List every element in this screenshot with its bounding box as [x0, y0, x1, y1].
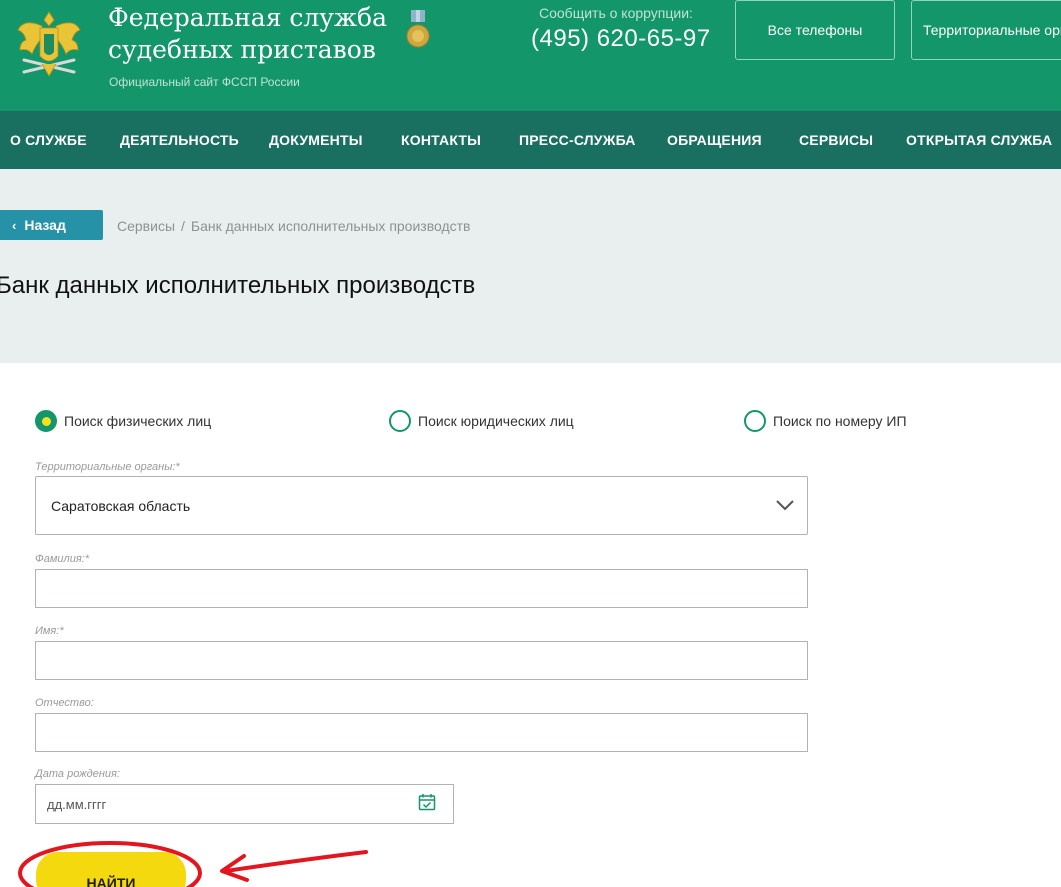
radio-circle — [389, 410, 411, 432]
firstname-label: Имя:* — [35, 625, 64, 637]
firstname-field[interactable] — [35, 641, 808, 680]
coat-of-arms-emblem[interactable] — [14, 6, 84, 86]
find-button[interactable]: НАЙТИ — [36, 852, 186, 887]
lastname-field[interactable] — [35, 569, 808, 608]
site-subtitle: Официальный сайт ФССП России — [109, 75, 300, 89]
breadcrumb-separator: / — [181, 218, 185, 234]
back-button-label: Назад — [24, 217, 66, 233]
patronymic-field[interactable] — [35, 713, 808, 752]
radio-legal-entities[interactable]: Поиск юридических лиц — [389, 410, 574, 432]
nav-item-documents[interactable]: ДОКУМЕНТЫ — [269, 111, 363, 169]
patronymic-label: Отчество: — [35, 697, 94, 709]
all-phones-button[interactable]: Все телефоны — [735, 0, 895, 60]
page-title-band — [0, 169, 1061, 363]
chevron-down-icon — [776, 500, 794, 511]
breadcrumb-item-services[interactable]: Сервисы — [117, 218, 175, 234]
radio-label-ip-number: Поиск по номеру ИП — [773, 413, 907, 429]
radio-ip-number[interactable]: Поиск по номеру ИП — [744, 410, 907, 432]
lastname-label: Фамилия:* — [35, 553, 90, 565]
territorial-bodies-button[interactable]: Территориальные органы — [911, 0, 1061, 60]
birthdate-label: Дата рождения: — [35, 768, 120, 780]
nav-item-activity[interactable]: ДЕЯТЕЛЬНОСТЬ — [120, 111, 239, 169]
radio-label-legal-entities: Поиск юридических лиц — [418, 413, 574, 429]
birthdate-field[interactable] — [35, 784, 454, 824]
nav-item-open-service[interactable]: ОТКРЫТАЯ СЛУЖБА — [906, 111, 1052, 169]
site-header: Федеральная служба судебных приставов Оф… — [0, 0, 1061, 111]
nav-item-contacts[interactable]: КОНТАКТЫ — [401, 111, 481, 169]
nav-item-about[interactable]: О СЛУЖБЕ — [10, 111, 87, 169]
calendar-icon[interactable] — [418, 793, 436, 811]
site-title[interactable]: Федеральная служба судебных приставов — [108, 2, 408, 66]
breadcrumb: Сервисы / Банк данных исполнительных произ… — [117, 218, 471, 234]
back-button[interactable]: ‹ Назад — [0, 210, 103, 240]
nav-item-appeals[interactable]: ОБРАЩЕНИЯ — [667, 111, 762, 169]
region-label: Территориальные органы:* — [35, 461, 180, 473]
page-title: Банк данных исполнительных производств — [0, 272, 476, 299]
medal-icon — [406, 10, 430, 48]
region-select-value: Саратовская область — [51, 497, 191, 514]
find-button-label: НАЙТИ — [86, 875, 136, 887]
nav-item-press[interactable]: ПРЕСС-СЛУЖБА — [519, 111, 636, 169]
radio-circle — [744, 410, 766, 432]
nav-item-services[interactable]: СЕРВИСЫ — [799, 111, 873, 169]
corruption-phone[interactable]: (495) 620-65-97 — [531, 25, 711, 53]
radio-label-individuals: Поиск физических лиц — [64, 413, 212, 429]
chevron-left-icon: ‹ — [12, 217, 17, 233]
region-select[interactable]: Саратовская область — [35, 476, 808, 535]
breadcrumb-item-current: Банк данных исполнительных производств — [190, 218, 471, 234]
radio-circle-checked — [35, 410, 57, 432]
main-nav: О СЛУЖБЕ ДЕЯТЕЛЬНОСТЬ ДОКУМЕНТЫ КОНТАКТЫ… — [0, 111, 1061, 169]
radio-individuals[interactable]: Поиск физических лиц — [35, 410, 211, 432]
corruption-label: Сообщить о коррупции: — [539, 5, 693, 21]
